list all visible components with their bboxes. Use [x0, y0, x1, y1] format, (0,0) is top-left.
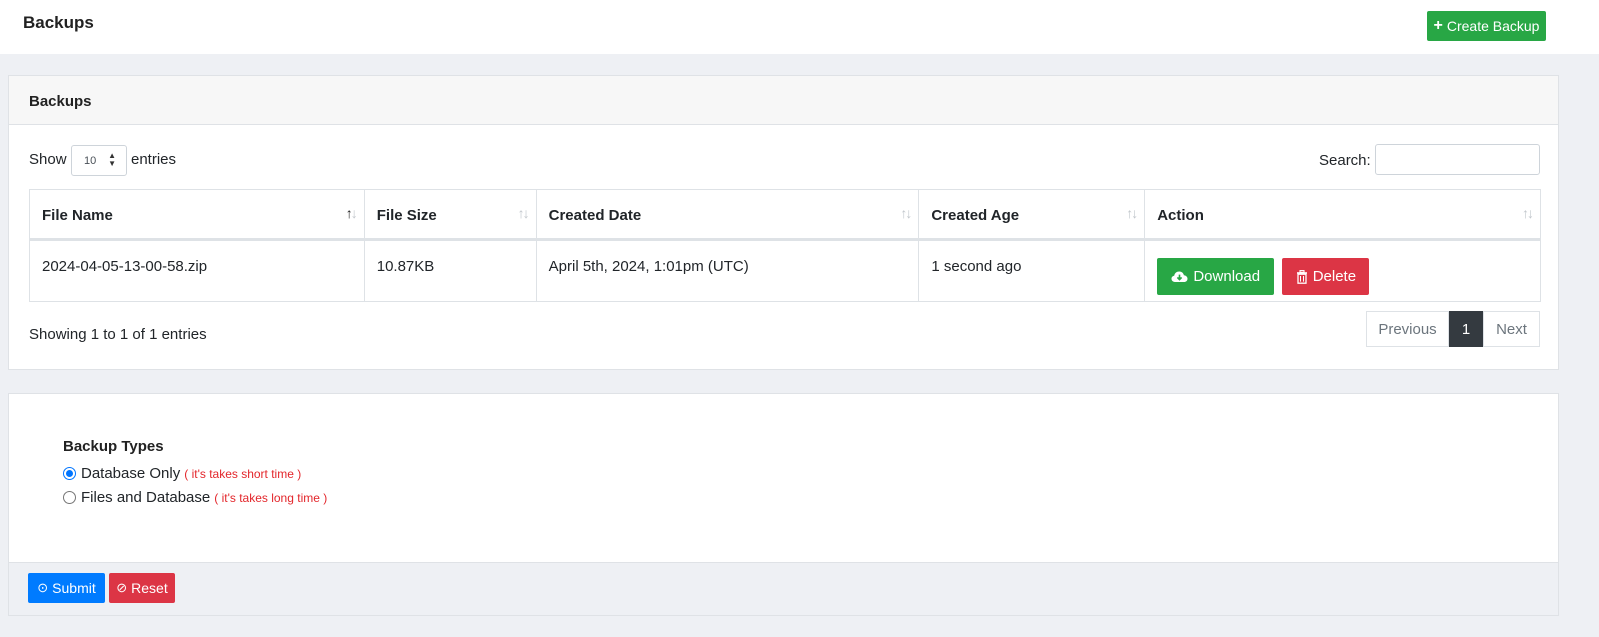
plus-icon: +: [1433, 17, 1443, 34]
entries-select[interactable]: 10 ▲ ▼: [71, 145, 127, 176]
radio-files-and-database[interactable]: [63, 491, 76, 504]
delete-label: Delete: [1312, 268, 1357, 285]
submit-button[interactable]: ⊙ Submit: [28, 573, 105, 603]
column-header-created-age[interactable]: Created Age ↑↓: [918, 189, 1146, 241]
backup-type-database-only[interactable]: Database Only ( it's takes short time ): [63, 465, 301, 482]
backups-card-title: Backups: [9, 76, 1558, 125]
sort-icon: ↑↓: [1126, 205, 1138, 221]
column-header-file-size[interactable]: File Size ↑↓: [363, 189, 537, 241]
backups-card: Backups Show 10 ▲ ▼ entries Search: File …: [8, 75, 1559, 370]
form-footer: ⊙ Submit ⊘ Reset: [9, 562, 1558, 615]
create-backup-button[interactable]: + Create Backup: [1427, 11, 1546, 41]
radio-label: Files and Database: [81, 489, 211, 506]
download-button[interactable]: Download: [1157, 258, 1275, 295]
sort-asc-icon: ↑↓: [345, 205, 358, 221]
circle-dot-icon: ⊙: [37, 580, 49, 595]
top-bar: Backups + Create Backup: [0, 0, 1599, 54]
column-header-created-date[interactable]: Created Date ↑↓: [535, 189, 920, 241]
cell-file-name: 2024-04-05-13-00-58.zip: [29, 239, 365, 302]
download-label: Download: [1193, 268, 1261, 285]
column-label: File Name: [42, 207, 113, 224]
column-header-file-name[interactable]: File Name ↑↓: [29, 189, 365, 241]
entries-label: entries: [131, 151, 177, 168]
cell-action: Download Delete: [1144, 239, 1541, 302]
reset-button[interactable]: ⊘ Reset: [109, 573, 175, 603]
radio-hint: ( it's takes long time ): [214, 490, 328, 505]
column-label: Created Date: [548, 207, 642, 224]
radio-label: Database Only: [81, 465, 181, 482]
entries-select-value: 10: [84, 155, 97, 167]
backup-types-card: Backup Types Database Only ( it's takes …: [8, 393, 1559, 616]
pagination-previous[interactable]: Previous: [1366, 311, 1449, 347]
trash-icon: [1296, 269, 1307, 284]
column-label: File Size: [376, 207, 437, 224]
search-input[interactable]: [1375, 144, 1540, 175]
radio-hint: ( it's takes short time ): [184, 466, 302, 481]
delete-button[interactable]: Delete: [1282, 258, 1370, 295]
column-label: Created Age: [931, 207, 1020, 224]
sort-icon: ↑↓: [517, 205, 530, 221]
sort-icon: ↑↓: [1522, 205, 1534, 221]
select-caret-icon: ▲ ▼: [108, 151, 116, 168]
column-header-action[interactable]: Action ↑↓: [1144, 189, 1541, 241]
pagination-next[interactable]: Next: [1483, 311, 1540, 347]
table-row: 2024-04-05-13-00-58.zip 10.87KB April 5t…: [29, 239, 1541, 302]
search-label: Search:: [1319, 152, 1371, 169]
column-label: Action: [1157, 207, 1204, 224]
backups-table: File Name ↑↓ File Size ↑↓ Created Date ↑…: [29, 189, 1541, 302]
submit-label: Submit: [52, 580, 96, 596]
table-info: Showing 1 to 1 of 1 entries: [29, 326, 207, 343]
create-backup-label: Create Backup: [1446, 18, 1540, 34]
pagination: Previous 1 Next: [1366, 311, 1540, 347]
pagination-page-1[interactable]: 1: [1449, 311, 1483, 347]
radio-database-only[interactable]: [63, 467, 76, 480]
page-title: Backups: [23, 13, 94, 32]
table-header-row: File Name ↑↓ File Size ↑↓ Created Date ↑…: [29, 189, 1541, 241]
ban-icon: ⊘: [116, 580, 128, 595]
cell-created-age: 1 second ago: [918, 239, 1146, 302]
sort-icon: ↑↓: [900, 205, 912, 221]
show-label: Show: [29, 151, 67, 168]
cloud-download-icon: [1171, 271, 1188, 282]
reset-label: Reset: [131, 580, 168, 596]
backup-type-files-and-database[interactable]: Files and Database ( it's takes long tim…: [63, 489, 327, 506]
cell-created-date: April 5th, 2024, 1:01pm (UTC): [535, 239, 920, 302]
cell-file-size: 10.87KB: [363, 239, 537, 302]
backup-types-title: Backup Types: [63, 438, 164, 455]
